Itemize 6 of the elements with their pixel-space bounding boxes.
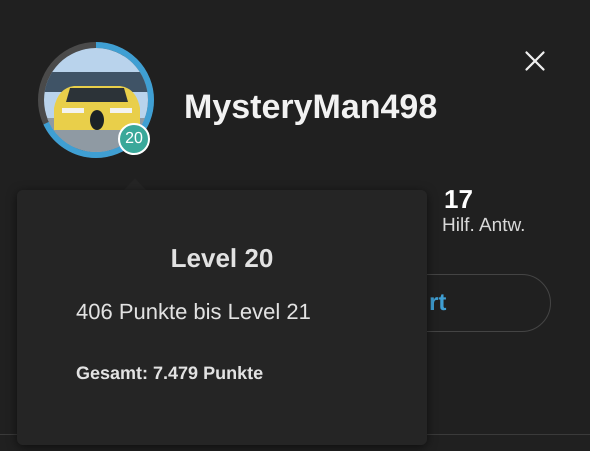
tooltip-title: Level 20	[170, 242, 274, 274]
stat-label: Hilf. Antw.	[442, 214, 526, 238]
stat-value: 17	[443, 184, 474, 214]
level-badge: 20	[118, 123, 150, 155]
username: MysteryMan498	[184, 86, 438, 128]
tooltip-total: Gesamt: 7.479 Punkte	[76, 362, 264, 384]
